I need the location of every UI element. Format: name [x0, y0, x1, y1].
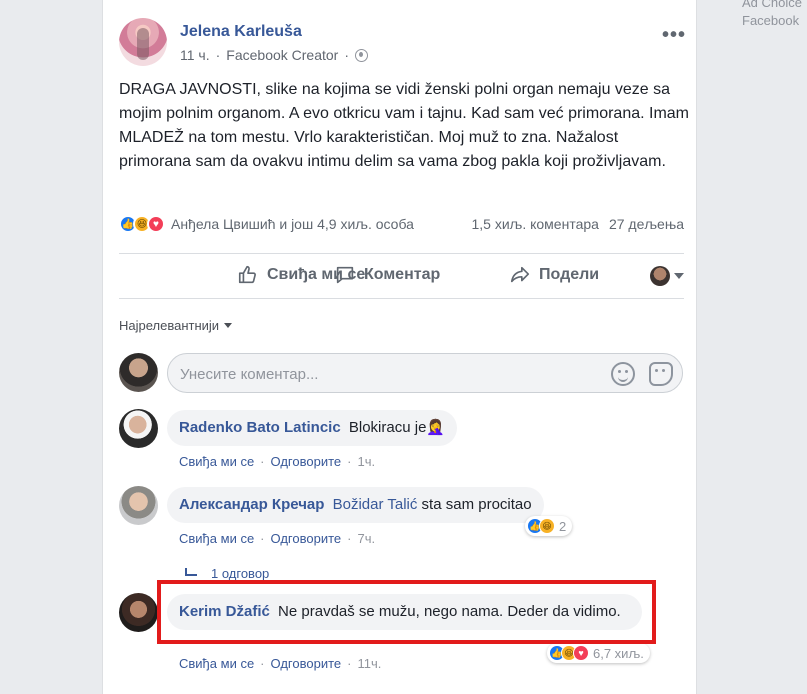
comment-sort-dropdown[interactable]: Најрелевантнији — [119, 318, 233, 333]
comment-label: Коментар — [364, 266, 441, 283]
post-header: Jelena Karleuša 11 ч. · Facebook Creator… — [119, 18, 686, 68]
haha-icon: 😆 — [539, 518, 555, 534]
shares-count[interactable]: 27 дељења — [609, 216, 684, 232]
author-name[interactable]: Jelena Karleuša — [180, 23, 302, 41]
meta-separator: · — [215, 47, 221, 63]
reactions-summary[interactable]: 👍 😆 ♥ Анђела Цвишић и још 4,9 хиљ. особа… — [119, 212, 684, 236]
ad-choices-label[interactable]: Ad Choice — [742, 0, 802, 12]
comment-reactions[interactable]: 👍 😆 ♥ 6,7 хиљ. — [547, 643, 650, 663]
post-counts: 1,5 хиљ. коментара 27 дељења — [471, 216, 684, 232]
comment-time[interactable]: 7ч. — [357, 531, 375, 546]
dot-separator: · — [260, 531, 265, 546]
comment-mention[interactable]: Božidar Talić — [333, 496, 418, 513]
post-text: DRAGA JAVNOSTI, slike na kojima se vidi … — [119, 81, 689, 170]
dot-separator: · — [347, 656, 352, 671]
sort-label: Најрелевантнији — [119, 318, 220, 333]
ad-choices[interactable]: Ad Choice Facebook — [742, 0, 802, 30]
dot-separator: · — [347, 531, 352, 546]
comment-composer[interactable] — [167, 353, 683, 393]
comment-bubble: Radenko Bato Latincic Blokiracu je🤦‍♀️ — [167, 410, 458, 446]
comment-reply-link[interactable]: Одговорите — [271, 454, 342, 469]
share-icon — [510, 266, 530, 283]
comment-text: Blokiracu je🤦‍♀️ — [348, 419, 446, 436]
meta-separator-2: · — [344, 47, 350, 63]
ad-choices-facebook: Facebook — [742, 13, 800, 28]
comment-like-link[interactable]: Свиђа ми се — [179, 454, 254, 469]
comment-reactions[interactable]: 👍 😆 2 — [525, 516, 573, 536]
globe-icon — [355, 48, 369, 62]
viewer-avatar — [650, 266, 670, 286]
comment-actions: Свиђа ми се · Одговорите · 7ч. — [179, 531, 375, 546]
reaction-names[interactable]: Анђела Цвишић и још 4,9 хиљ. особа — [171, 216, 414, 232]
author-avatar[interactable] — [119, 18, 167, 66]
share-label: Подели — [539, 266, 600, 283]
comment-actions: Свиђа ми се · Одговорите · 11ч. — [179, 656, 381, 671]
post-time[interactable]: 11 ч. — [180, 47, 210, 63]
replies-count[interactable]: 1 одговор — [211, 566, 269, 581]
reply-arrow-icon — [185, 567, 197, 576]
comment-input[interactable] — [180, 363, 580, 385]
view-replies-link[interactable]: 1 одговор — [185, 566, 269, 581]
love-icon: ♥ — [573, 645, 589, 661]
thumbs-up-icon — [238, 265, 256, 284]
comments-count[interactable]: 1,5 хиљ. коментара — [471, 216, 598, 232]
dot-separator: · — [260, 454, 265, 469]
sticker-icon[interactable] — [649, 362, 673, 386]
share-button[interactable]: Подели — [509, 264, 599, 286]
post-meta: 11 ч. · Facebook Creator · — [180, 47, 369, 63]
comment-like-link[interactable]: Свиђа ми се — [179, 531, 254, 546]
commenter-avatar[interactable] — [119, 486, 158, 525]
comment-bubble: Александар Кречар Božidar Talić sta sam … — [167, 487, 544, 523]
comment-time[interactable]: 1ч. — [357, 454, 375, 469]
more-options-icon[interactable]: ••• — [662, 24, 686, 47]
commenter-avatar[interactable] — [119, 593, 158, 632]
post-as-selector[interactable] — [650, 266, 684, 286]
highlight-box — [157, 580, 656, 644]
love-icon: ♥ — [147, 215, 165, 233]
post-via[interactable]: Facebook Creator — [226, 47, 338, 63]
post-actions-bar: Свиђа ми се Коментар Подели — [119, 253, 684, 299]
comment-icon — [336, 266, 354, 284]
viewer-avatar — [119, 353, 158, 392]
comment-reply-link[interactable]: Одговорите — [271, 531, 342, 546]
comment-actions: Свиђа ми се · Одговорите · 1ч. — [179, 454, 375, 469]
commenter-name[interactable]: Александар Кречар — [179, 496, 324, 513]
comment-like-link[interactable]: Свиђа ми се — [179, 656, 254, 671]
chevron-down-icon — [224, 323, 233, 328]
reaction-count: 2 — [559, 518, 567, 534]
comment-reply-link[interactable]: Одговорите — [271, 656, 342, 671]
dot-separator: · — [347, 454, 352, 469]
dot-separator: · — [260, 656, 265, 671]
commenter-name[interactable]: Radenko Bato Latincic — [179, 419, 341, 436]
comment-text: sta sam procitao — [421, 496, 532, 513]
reaction-count: 6,7 хиљ. — [593, 645, 644, 661]
comment-time[interactable]: 11ч. — [357, 656, 381, 671]
reaction-icons[interactable]: 👍 😆 ♥ — [119, 215, 165, 233]
chevron-down-icon — [674, 273, 684, 279]
commenter-avatar[interactable] — [119, 409, 158, 448]
emoji-icon[interactable] — [611, 362, 635, 386]
